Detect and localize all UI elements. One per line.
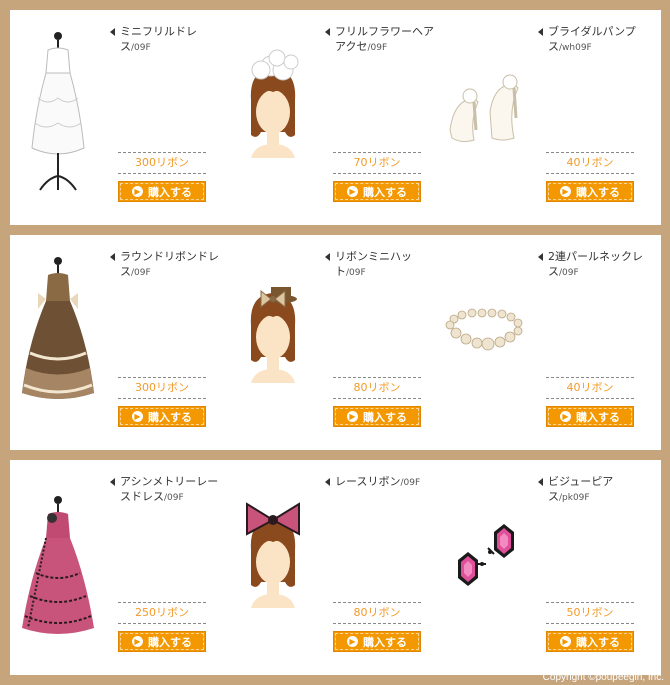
buy-button-label: 購入する [363,185,407,199]
item-row-1: ミニフリルドレス/09F 300リボン ▶ 購入する フリルフラワーヘアアクセ/… [10,10,661,225]
caret-left-icon [110,253,115,261]
item-price: 70リボン [333,152,421,174]
shop-item: 2連パールネックレス/09F 40リボン ▶ 購入する [438,235,655,450]
ribbon-mini-hat-icon[interactable] [227,250,319,420]
item-row-3: アシンメトリーレースドレス/09F 250リボン ▶ 購入する レースリボン/0… [10,460,661,675]
buy-button[interactable]: ▶ 購入する [546,631,634,652]
buy-button-label: 購入する [576,185,620,199]
arrow-right-icon: ▶ [560,186,571,197]
arrow-right-icon: ▶ [560,411,571,422]
item-name[interactable]: ブライダルパンプス/wh09F [538,24,650,56]
item-name[interactable]: 2連パールネックレス/09F [538,249,650,281]
item-price: 40リボン [546,152,634,174]
lace-ribbon-icon[interactable] [227,475,319,645]
caret-left-icon [110,478,115,486]
caret-left-icon [538,478,543,486]
caret-left-icon [538,253,543,261]
item-price: 40リボン [546,377,634,399]
buy-button[interactable]: ▶ 購入する [118,181,206,202]
item-price: 50リボン [546,602,634,624]
shop-item: ブライダルパンプス/wh09F 40リボン ▶ 購入する [438,10,655,225]
buy-button[interactable]: ▶ 購入する [333,631,421,652]
bridal-pumps-icon[interactable] [440,25,532,195]
pearl-necklace-icon[interactable] [440,250,532,420]
shop-item: リボンミニハット/09F 80リボン ▶ 購入する [225,235,442,450]
shop-item: ビジューピアス/pk09F 50リボン ▶ 購入する [438,460,655,675]
caret-left-icon [325,28,330,36]
buy-button-label: 購入する [148,185,192,199]
arrow-right-icon: ▶ [347,186,358,197]
flower-hair-accessory-icon[interactable] [227,25,319,195]
item-name[interactable]: フリルフラワーヘアアクセ/09F [325,24,437,56]
pink-lace-dress-icon[interactable] [12,475,104,645]
buy-button[interactable]: ▶ 購入する [546,406,634,427]
shop-item: アシンメトリーレースドレス/09F 250リボン ▶ 購入する [10,460,227,675]
shop-item: フリルフラワーヘアアクセ/09F 70リボン ▶ 購入する [225,10,442,225]
buy-button-label: 購入する [576,410,620,424]
buy-button-label: 購入する [363,635,407,649]
arrow-right-icon: ▶ [347,411,358,422]
buy-button-label: 購入する [148,410,192,424]
buy-button[interactable]: ▶ 購入する [333,406,421,427]
item-name[interactable]: ビジューピアス/pk09F [538,474,650,506]
white-dress-icon[interactable] [12,25,104,195]
item-price: 80リボン [333,602,421,624]
caret-left-icon [538,28,543,36]
buy-button-label: 購入する [576,635,620,649]
shop-item: ラウンドリボンドレス/09F 300リボン ▶ 購入する [10,235,227,450]
arrow-right-icon: ▶ [132,636,143,647]
item-name[interactable]: ミニフリルドレス/09F [110,24,222,56]
caret-left-icon [325,478,330,486]
buy-button[interactable]: ▶ 購入する [118,406,206,427]
shop-item: レースリボン/09F 80リボン ▶ 購入する [225,460,442,675]
arrow-right-icon: ▶ [132,186,143,197]
buy-button[interactable]: ▶ 購入する [118,631,206,652]
arrow-right-icon: ▶ [560,636,571,647]
item-price: 80リボン [333,377,421,399]
arrow-right-icon: ▶ [347,636,358,647]
item-name[interactable]: レースリボン/09F [325,474,437,491]
buy-button[interactable]: ▶ 購入する [333,181,421,202]
item-price: 250リボン [118,602,206,624]
bijou-earrings-icon[interactable] [440,475,532,645]
buy-button-label: 購入する [363,410,407,424]
arrow-right-icon: ▶ [132,411,143,422]
item-row-2: ラウンドリボンドレス/09F 300リボン ▶ 購入する リボンミニハット/09… [10,235,661,450]
caret-left-icon [110,28,115,36]
buy-button[interactable]: ▶ 購入する [546,181,634,202]
buy-button-label: 購入する [148,635,192,649]
item-price: 300リボン [118,377,206,399]
shop-item: ミニフリルドレス/09F 300リボン ▶ 購入する [10,10,227,225]
copyright-text: Copyright ©poupeegirl, Inc. [542,672,664,683]
item-name[interactable]: アシンメトリーレースドレス/09F [110,474,222,506]
caret-left-icon [325,253,330,261]
brown-ribbon-dress-icon[interactable] [12,250,104,420]
item-name[interactable]: リボンミニハット/09F [325,249,437,281]
item-name[interactable]: ラウンドリボンドレス/09F [110,249,222,281]
item-price: 300リボン [118,152,206,174]
